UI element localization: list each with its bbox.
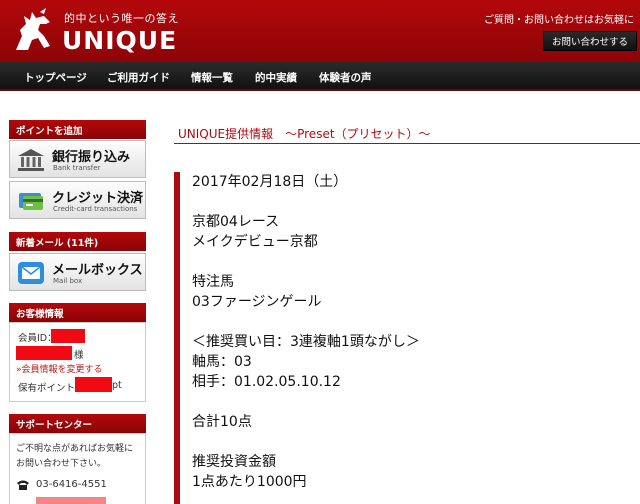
content-line: [192, 252, 420, 272]
content-line: 03ファージンゲール: [192, 294, 322, 310]
content-line: 2017年02月18日（土）: [192, 174, 348, 190]
change-member-info-link[interactable]: »会員情報を変更する: [16, 362, 103, 375]
contact-button[interactable]: お問い合わせする: [543, 31, 637, 51]
support-center-heading: サポートセンター: [9, 414, 146, 433]
mailbox-button[interactable]: メールボックス Mail box: [9, 253, 146, 291]
content-line: 合計10点: [192, 414, 252, 430]
points-unit: pt: [112, 380, 122, 391]
content-line: [192, 432, 420, 452]
nav-item-results[interactable]: 的中実績: [255, 70, 297, 85]
nav-item-top[interactable]: トップページ: [24, 70, 87, 85]
page-title: UNIQUE提供情報 ～Preset（プリセット）～: [178, 127, 431, 141]
content-line: 京都04レース: [192, 214, 280, 230]
new-mail-heading: 新着メール (11件): [9, 232, 146, 251]
main-nav: トップページ ご利用ガイド 情報一覧 的中実績 体験者の声: [0, 62, 640, 91]
prediction-content: 2017年02月18日（土） 京都04レース メイクデビュー京都 特注馬 03フ…: [192, 172, 420, 492]
bank-transfer-button[interactable]: 銀行振り込み Bank transfer: [9, 140, 146, 178]
content-line: 軸馬：03: [192, 354, 252, 370]
content-line: 推奨投資金額: [192, 454, 276, 470]
nav-item-testimonials[interactable]: 体験者の声: [319, 70, 372, 85]
nav-item-info-list[interactable]: 情報一覧: [191, 70, 233, 85]
bank-transfer-sub: Bank transfer: [53, 164, 101, 172]
title-divider: [174, 143, 640, 144]
credit-card-label: クレジット決済: [52, 191, 144, 206]
content-line: 相手：01.02.05.10.12: [192, 374, 341, 390]
brand-logo-text[interactable]: UNIQUE: [62, 26, 177, 55]
phone-icon: [17, 480, 29, 490]
support-text-2: お問い合わせ下さい。: [16, 459, 107, 469]
support-text-1: ご不明な点があればお気軽に: [16, 444, 134, 454]
credit-card-icon: [19, 193, 43, 210]
points-heading: ポイントを追加: [9, 120, 146, 139]
member-name-redacted: [16, 346, 72, 360]
mailbox-sub: Mail box: [53, 277, 83, 285]
credit-card-button[interactable]: クレジット決済 Credit-card transactions: [9, 181, 146, 219]
mailbox-label: メールボックス: [52, 263, 143, 278]
content-line: 特注馬: [192, 274, 234, 290]
support-phone[interactable]: 03-6416-4551: [36, 479, 107, 490]
content-line: [192, 312, 420, 332]
horse-logo-icon[interactable]: [10, 6, 58, 54]
content-line: [192, 192, 420, 212]
points-balance-redacted: [75, 377, 112, 392]
content-line: [192, 392, 420, 412]
content-accent-bar: [174, 172, 180, 504]
customer-info-heading: お客様情報: [9, 303, 146, 322]
member-honorific: 様: [74, 350, 84, 361]
bank-icon: [18, 149, 44, 171]
support-email-partial[interactable]: [36, 497, 106, 504]
credit-card-sub: Credit-card transactions: [53, 205, 138, 213]
content-line: 1点あたり1000円: [192, 474, 307, 490]
content-line: メイクデビュー京都: [192, 234, 318, 250]
member-id-redacted: [51, 329, 85, 343]
bank-transfer-label: 銀行振り込み: [52, 150, 131, 165]
mail-icon: [18, 262, 44, 284]
site-tagline: 的中という唯一の答え: [64, 12, 179, 25]
nav-item-guide[interactable]: ご利用ガイド: [107, 70, 170, 85]
contact-prompt: ご質問・お問い合わせはお気軽に: [484, 15, 634, 26]
site-header: 的中という唯一の答え UNIQUE ご質問・お問い合わせはお気軽に お問い合わせ…: [0, 0, 640, 62]
content-line: ＜推奨買い目：3連複軸1頭ながし＞: [192, 334, 420, 350]
